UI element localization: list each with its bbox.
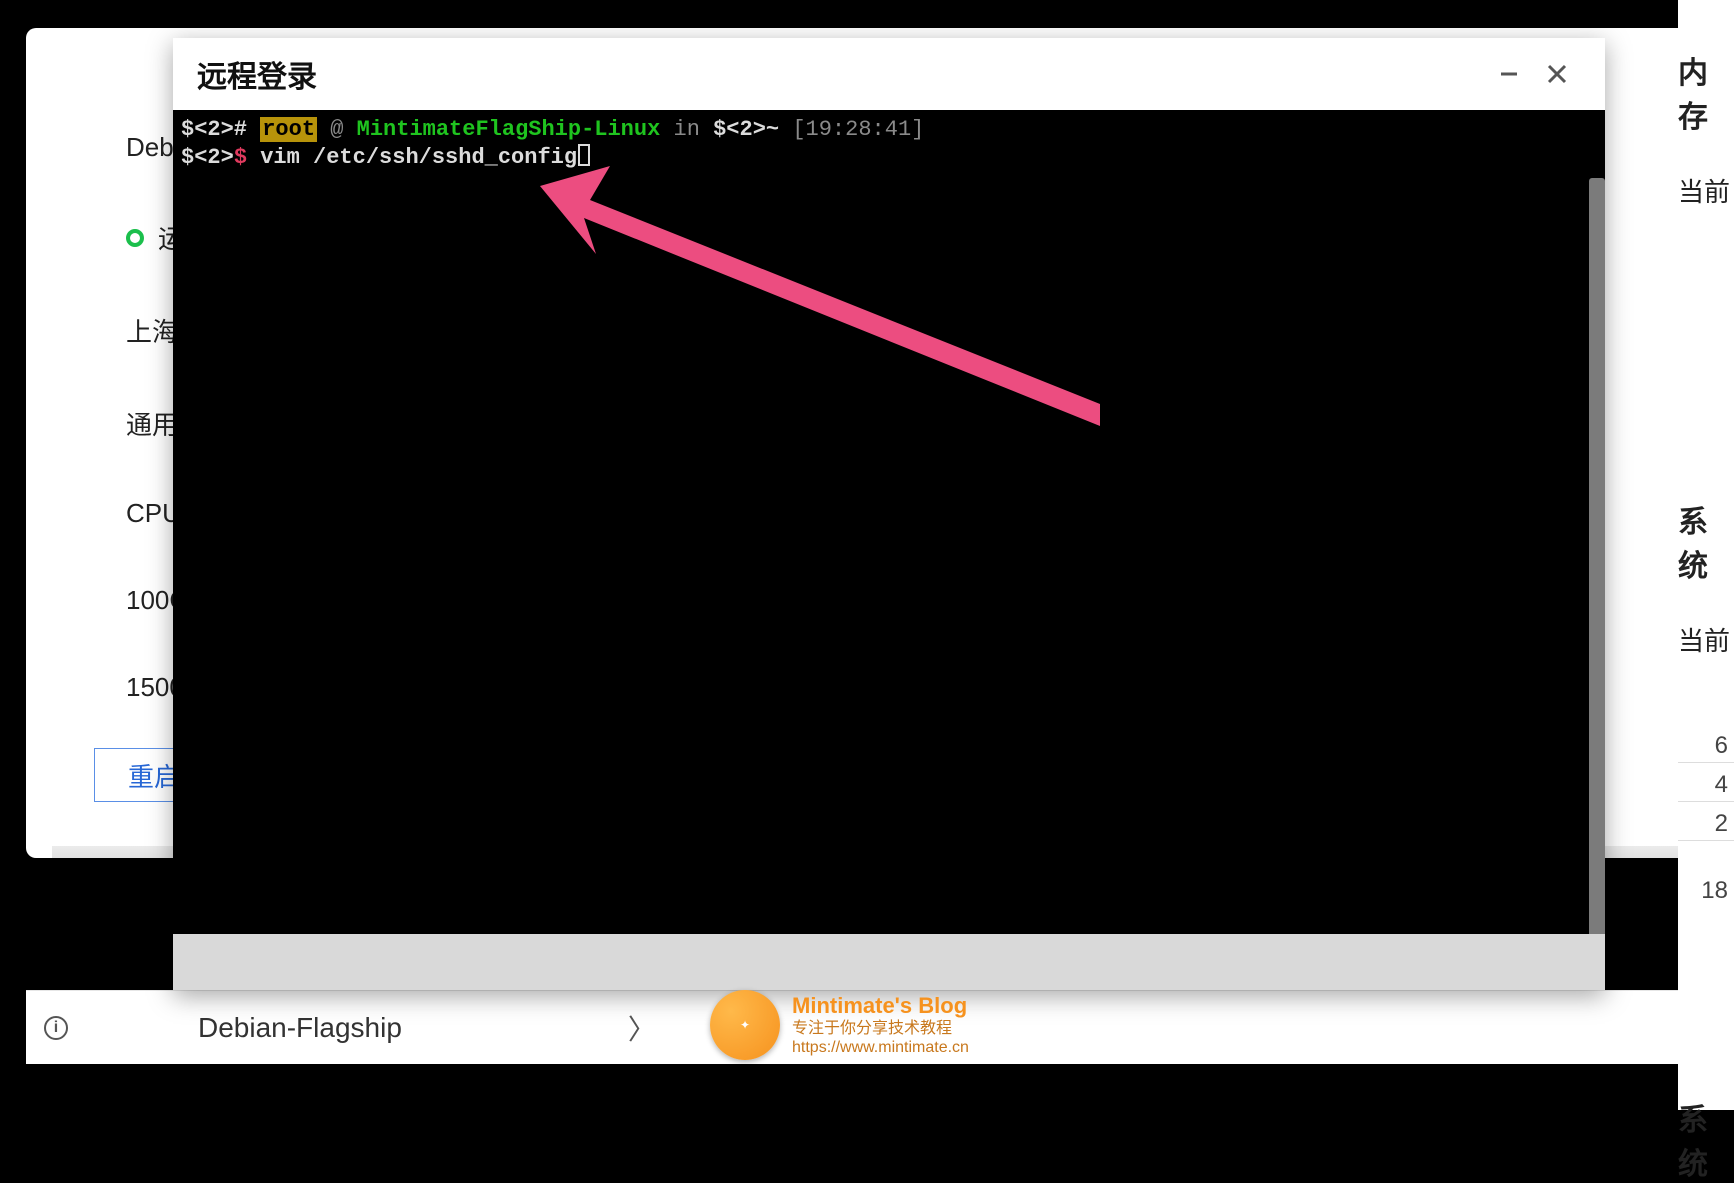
right-n1: 6: [1678, 724, 1734, 763]
right-r2: 当前: [1678, 585, 1734, 658]
prompt-at: @: [317, 117, 357, 142]
close-icon: [1545, 62, 1569, 86]
status-running-icon: [126, 229, 144, 247]
terminal-line-2: $<2>$ vim /etc/ssh/sshd_config: [181, 144, 1597, 172]
prompt-in: in: [660, 117, 713, 142]
close-button[interactable]: [1533, 50, 1581, 98]
terminal-command: vim /etc/ssh/sshd_config: [247, 145, 577, 170]
terminal-viewport[interactable]: $<2># root @ MintimateFlagShip-Linux in …: [173, 110, 1605, 934]
prompt-cwd: $<2>~: [713, 117, 779, 142]
right-h3: 系统: [1678, 1087, 1734, 1183]
minimize-icon: [1497, 62, 1521, 86]
right-h1: 内存: [1678, 40, 1734, 136]
prompt-lead-1: $<2>#: [181, 117, 247, 142]
minimize-button[interactable]: [1485, 50, 1533, 98]
prompt-time: [19:28:41]: [779, 117, 924, 142]
modal-title: 远程登录: [197, 52, 317, 96]
modal-footer: [173, 934, 1605, 990]
bottom-status-text: Debian-Flagship: [198, 1012, 402, 1044]
prompt-dollar: $: [234, 145, 247, 170]
right-h2: 系统: [1678, 489, 1734, 585]
right-r1: 当前: [1678, 136, 1734, 209]
bottom-status-bar: i Debian-Flagship 〉: [26, 990, 1710, 1064]
terminal-scrollbar[interactable]: [1589, 178, 1605, 934]
terminal-cursor-icon: [578, 144, 590, 166]
right-metrics-panel: 内存 当前 系统 当前 6 4 2 18 系统: [1678, 0, 1734, 1110]
terminal-line-1: $<2># root @ MintimateFlagShip-Linux in …: [181, 116, 1597, 144]
prompt-user: root: [260, 117, 317, 142]
right-n4: 18: [1678, 869, 1734, 907]
right-n3: 2: [1678, 802, 1734, 841]
prompt-host: MintimateFlagShip-Linux: [357, 117, 661, 142]
info-icon: i: [44, 1016, 68, 1040]
remote-login-modal: 远程登录 $<2># root @ MintimateFlagShip-Linu…: [173, 38, 1605, 990]
right-numbers: 6 4 2 18: [1678, 724, 1734, 907]
breadcrumb-chevron-icon: 〉: [628, 1008, 656, 1048]
modal-header: 远程登录: [173, 38, 1605, 110]
right-n2: 4: [1678, 763, 1734, 802]
prompt-lead-2: $<2>: [181, 145, 234, 170]
